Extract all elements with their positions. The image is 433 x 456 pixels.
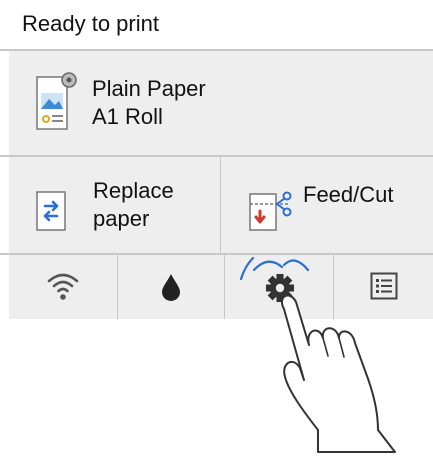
status-bar: Ready to print	[0, 0, 433, 49]
paper-size: A1 Roll	[92, 104, 163, 129]
replace-paper-icon	[36, 191, 66, 236]
replace-paper-label: Replace paper	[93, 177, 174, 233]
paper-settings-button[interactable]: Plain Paper A1 Roll	[9, 51, 433, 155]
ink-drop-icon	[162, 274, 180, 301]
paper-type: Plain Paper	[92, 76, 206, 101]
wifi-icon	[47, 273, 79, 300]
roll-paper-icon	[33, 71, 81, 140]
feed-cut-button[interactable]: Feed/Cut	[221, 157, 433, 253]
action-row: Replace paper Feed/Cut	[9, 157, 433, 253]
paper-info: Plain Paper A1 Roll	[92, 75, 206, 131]
wifi-button[interactable]	[9, 255, 117, 319]
replace-paper-button[interactable]: Replace paper	[9, 157, 220, 253]
replace-label-line1: Replace	[93, 178, 174, 203]
replace-label-line2: paper	[93, 206, 150, 231]
feed-cut-icon	[249, 191, 297, 236]
ink-button[interactable]	[118, 255, 224, 319]
feed-cut-label: Feed/Cut	[303, 182, 394, 207]
status-title: Ready to print	[22, 11, 159, 36]
tap-gesture-icon	[239, 256, 396, 453]
